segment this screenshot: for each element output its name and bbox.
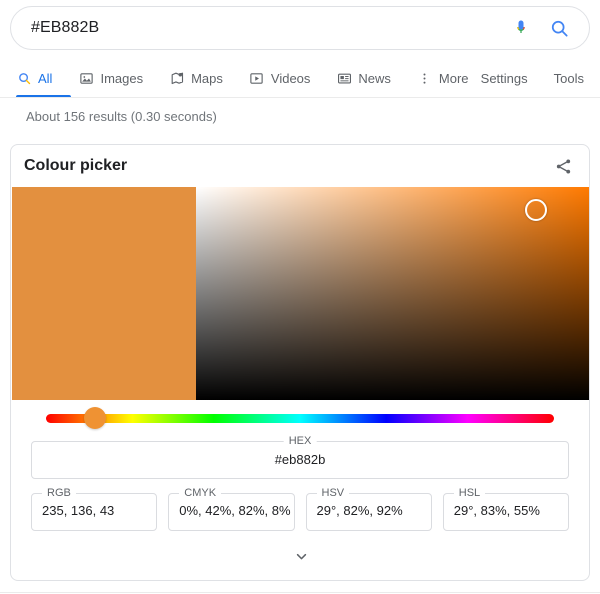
tab-label: Maps (191, 70, 223, 86)
tab-all[interactable]: All (16, 58, 65, 98)
search-nav: All Images Maps Videos News More Setting… (0, 58, 600, 98)
search-input[interactable]: #EB882B (11, 19, 509, 37)
hsv-field[interactable]: HSV 29°, 82%, 92% (305, 487, 432, 531)
nav-right-links: Settings Tools (481, 58, 584, 98)
nav-tabs: All Images Maps Videos News More (16, 58, 495, 98)
hsv-field-value: 29°, 82%, 92% (316, 503, 403, 518)
picker-panels (12, 187, 589, 400)
search-icon[interactable] (547, 16, 571, 40)
hue-slider[interactable] (11, 400, 589, 438)
map-pin-icon (169, 70, 185, 86)
tab-label: More (438, 70, 469, 86)
nav-divider (0, 97, 600, 98)
settings-link[interactable]: Settings (481, 71, 528, 86)
page-title: Colour picker (24, 157, 128, 174)
colour-picker-handle[interactable] (524, 199, 547, 222)
hue-slider-thumb[interactable] (84, 407, 106, 429)
cmyk-field[interactable]: CMYK 0%, 42%, 82%, 8% (168, 487, 295, 531)
card-header: Colour picker (11, 145, 589, 187)
search-results-page: #EB882B All Images Maps Videos News More… (0, 0, 600, 594)
colour-value-fields: HEX #eb882b RGB 235, 136, 43 CMYK 0%, 42… (11, 435, 589, 531)
image-icon (78, 70, 94, 86)
tab-images[interactable]: Images (78, 58, 156, 98)
results-count: About 156 results (0.30 seconds) (26, 109, 217, 124)
search-box[interactable]: #EB882B (10, 6, 590, 50)
share-icon[interactable] (551, 154, 575, 178)
colour-model-fields: RGB 235, 136, 43 CMYK 0%, 42%, 82%, 8% H… (31, 487, 569, 531)
kebab-menu-icon (417, 70, 433, 86)
search-icon (16, 70, 32, 86)
hsl-field-label: HSL (453, 487, 486, 500)
tools-link[interactable]: Tools (554, 71, 584, 86)
hex-field[interactable]: HEX #eb882b (31, 435, 569, 479)
tab-label: News (358, 70, 391, 86)
hsl-field[interactable]: HSL 29°, 83%, 55% (442, 487, 569, 531)
page-bottom-divider (0, 592, 600, 593)
expand-card-button[interactable] (12, 538, 589, 580)
tab-label: Videos (270, 70, 311, 86)
tab-videos[interactable]: Videos (249, 58, 324, 98)
hsl-field-value: 29°, 83%, 55% (453, 503, 540, 518)
tab-news[interactable]: News (336, 58, 404, 98)
tab-more[interactable]: More (417, 58, 482, 98)
selected-colour-swatch (12, 187, 196, 400)
hue-slider-track[interactable] (46, 414, 554, 423)
tab-maps[interactable]: Maps (169, 58, 236, 98)
saturation-value-area[interactable] (196, 187, 589, 400)
newspaper-icon (336, 70, 352, 86)
rgb-field[interactable]: RGB 235, 136, 43 (31, 487, 158, 531)
tab-label: Images (100, 70, 144, 86)
hex-field-label: HEX (283, 435, 317, 448)
rgb-field-value: 235, 136, 43 (42, 503, 115, 518)
cmyk-field-value: 0%, 42%, 82%, 8% (179, 503, 291, 518)
tab-label: All (38, 70, 53, 86)
search-box-actions (509, 16, 589, 40)
cmyk-field-label: CMYK (179, 487, 222, 500)
video-play-icon (249, 70, 265, 86)
rgb-field-label: RGB (42, 487, 76, 500)
hsv-field-label: HSV (316, 487, 350, 500)
hex-field-value: #eb882b (274, 452, 326, 467)
chevron-down-icon (293, 548, 310, 570)
colour-picker-card: Colour picker HEX #eb882b RGB 235, 136, … (10, 144, 590, 581)
microphone-icon[interactable] (509, 16, 533, 40)
